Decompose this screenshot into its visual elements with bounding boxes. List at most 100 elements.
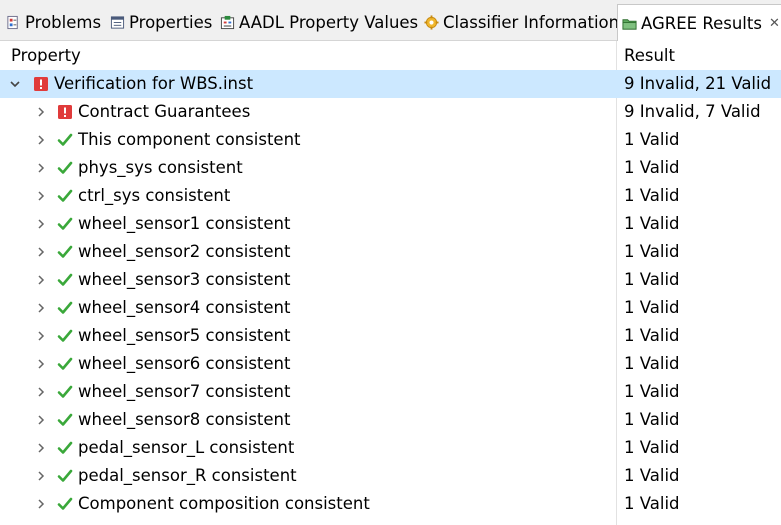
- tree-row[interactable]: This component consistent 1 Valid: [0, 126, 781, 154]
- checkmark-icon: [57, 413, 73, 426]
- tree-row-label: wheel_sensor1 consistent: [78, 214, 291, 233]
- tab-classifier-information[interactable]: Classifier Information: [424, 6, 619, 38]
- tree-row-label: This component consistent: [78, 130, 301, 149]
- tree-row-result: 1 Valid: [624, 242, 680, 261]
- tree-row-result: 9 Invalid, 21 Valid: [624, 74, 772, 93]
- tab-properties-label: Properties: [129, 12, 213, 32]
- tree-row-result: 1 Valid: [624, 270, 680, 289]
- chevron-right-icon[interactable]: [35, 217, 47, 231]
- tree-row-result: 1 Valid: [624, 158, 680, 177]
- close-tab-icon[interactable]: ✕: [769, 17, 780, 30]
- tree-row-label: pedal_sensor_L consistent: [78, 438, 295, 457]
- tree-row-result: 1 Valid: [624, 130, 680, 149]
- tree-row-result: 1 Valid: [624, 466, 680, 485]
- checkmark-icon: [57, 273, 73, 286]
- tree-row-label: Verification for WBS.inst: [54, 74, 254, 93]
- tab-aadl-property-values-label: AADL Property Values: [239, 12, 419, 32]
- error-icon: [58, 105, 72, 119]
- tree-row[interactable]: phys_sys consistent 1 Valid: [0, 154, 781, 182]
- tab-problems-label: Problems: [25, 12, 102, 32]
- chevron-right-icon[interactable]: [35, 329, 47, 343]
- chevron-right-icon[interactable]: [35, 273, 47, 287]
- tree-row-label: wheel_sensor8 consistent: [78, 410, 291, 429]
- tree-row-label: phys_sys consistent: [78, 158, 243, 177]
- chevron-right-icon[interactable]: [35, 413, 47, 427]
- chevron-right-icon[interactable]: [35, 301, 47, 315]
- classifier-information-icon: [424, 14, 439, 30]
- tree-row[interactable]: pedal_sensor_R consistent 1 Valid: [0, 462, 781, 490]
- tree-row[interactable]: wheel_sensor4 consistent 1 Valid: [0, 294, 781, 322]
- chevron-right-icon[interactable]: [35, 357, 47, 371]
- checkmark-icon: [57, 469, 73, 482]
- tab-aadl-property-values[interactable]: AADL Property Values: [220, 6, 418, 38]
- tree-row-result: 1 Valid: [624, 354, 680, 373]
- chevron-down-icon[interactable]: [9, 77, 21, 91]
- results-tree: Verification for WBS.inst 9 Invalid, 21 …: [0, 70, 781, 518]
- tree-row[interactable]: pedal_sensor_L consistent 1 Valid: [0, 434, 781, 462]
- checkmark-icon: [57, 189, 73, 202]
- column-header-result[interactable]: Result: [624, 41, 675, 70]
- tree-row-result: 1 Valid: [624, 326, 680, 345]
- chevron-right-icon[interactable]: [35, 441, 47, 455]
- problems-icon: [7, 15, 18, 29]
- tree-row[interactable]: wheel_sensor6 consistent 1 Valid: [0, 350, 781, 378]
- properties-icon: [110, 15, 125, 29]
- chevron-right-icon[interactable]: [35, 133, 47, 147]
- tab-problems[interactable]: Problems: [6, 6, 101, 38]
- tree-row[interactable]: wheel_sensor8 consistent 1 Valid: [0, 406, 781, 434]
- chevron-right-icon[interactable]: [35, 189, 47, 203]
- tree-row[interactable]: wheel_sensor1 consistent 1 Valid: [0, 210, 781, 238]
- tree-row-label: Contract Guarantees: [78, 102, 251, 121]
- tree-row-label: wheel_sensor7 consistent: [78, 382, 291, 401]
- tree-row[interactable]: Component composition consistent 1 Valid: [0, 490, 781, 518]
- tree-row-label: Component composition consistent: [78, 494, 370, 513]
- tree-row-label: pedal_sensor_R consistent: [78, 466, 297, 485]
- tab-agree-results[interactable]: AGREE Results ✕: [617, 4, 781, 41]
- tree-row-result: 1 Valid: [624, 382, 680, 401]
- chevron-right-icon[interactable]: [35, 245, 47, 259]
- tree-row-label: wheel_sensor5 consistent: [78, 326, 291, 345]
- tree-row-result: 1 Valid: [624, 186, 680, 205]
- tree-row[interactable]: wheel_sensor3 consistent 1 Valid: [0, 266, 781, 294]
- view-tab-bar: Problems Properties AADL Property Values: [0, 0, 781, 41]
- checkmark-icon: [57, 301, 73, 314]
- checkmark-icon: [57, 497, 73, 510]
- agree-results-icon: [622, 18, 637, 30]
- tree-row-result: 9 Invalid, 7 Valid: [624, 102, 761, 121]
- chevron-right-icon[interactable]: [35, 469, 47, 483]
- tree-row-label: wheel_sensor2 consistent: [78, 242, 291, 261]
- tree-row-label: wheel_sensor6 consistent: [78, 354, 291, 373]
- tree-row[interactable]: wheel_sensor7 consistent 1 Valid: [0, 378, 781, 406]
- checkmark-icon: [57, 161, 73, 174]
- tab-classifier-information-label: Classifier Information: [443, 12, 620, 32]
- tree-row-label: ctrl_sys consistent: [78, 186, 231, 205]
- column-header-property[interactable]: Property: [11, 41, 81, 70]
- tree-row-result: 1 Valid: [624, 410, 680, 429]
- tree-row[interactable]: Contract Guarantees 9 Invalid, 7 Valid: [0, 98, 781, 126]
- tree-row[interactable]: wheel_sensor2 consistent 1 Valid: [0, 238, 781, 266]
- tree-row-label: wheel_sensor3 consistent: [78, 270, 291, 289]
- checkmark-icon: [57, 217, 73, 230]
- chevron-right-icon[interactable]: [35, 385, 47, 399]
- tree-row-root[interactable]: Verification for WBS.inst 9 Invalid, 21 …: [0, 70, 781, 98]
- checkmark-icon: [57, 133, 73, 146]
- aadl-property-values-icon: [220, 15, 235, 29]
- tree-row-result: 1 Valid: [624, 214, 680, 233]
- checkmark-icon: [57, 441, 73, 454]
- checkmark-icon: [57, 385, 73, 398]
- chevron-right-icon[interactable]: [35, 105, 47, 119]
- tree-row-result: 1 Valid: [624, 438, 680, 457]
- tree-row-result: 1 Valid: [624, 298, 680, 317]
- error-icon: [34, 77, 48, 91]
- checkmark-icon: [57, 329, 73, 342]
- agree-results-view: Problems Properties AADL Property Values: [0, 0, 781, 525]
- tab-properties[interactable]: Properties: [110, 6, 212, 38]
- tree-row-result: 1 Valid: [624, 494, 680, 513]
- chevron-right-icon[interactable]: [35, 497, 47, 511]
- chevron-right-icon[interactable]: [35, 161, 47, 175]
- tree-row[interactable]: wheel_sensor5 consistent 1 Valid: [0, 322, 781, 350]
- tree-row[interactable]: ctrl_sys consistent 1 Valid: [0, 182, 781, 210]
- tree-row-label: wheel_sensor4 consistent: [78, 298, 291, 317]
- checkmark-icon: [57, 245, 73, 258]
- column-header: Property Result: [0, 41, 781, 70]
